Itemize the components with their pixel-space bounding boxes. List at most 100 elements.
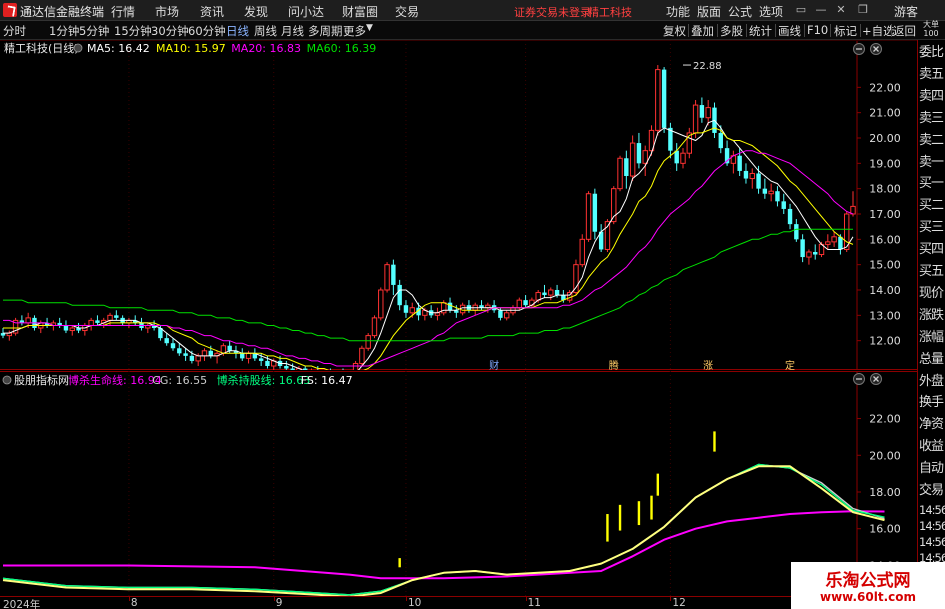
menu-discover[interactable]: 发现 xyxy=(244,3,268,20)
price-tick-label: 20.00 xyxy=(869,132,901,145)
tab-monthly[interactable]: 月线 xyxy=(281,23,304,39)
tab-intraday[interactable]: 分时 xyxy=(3,23,26,39)
tool-add-watchlist[interactable]: +自选 xyxy=(862,23,895,39)
price-axis: 12.00 13.00 14.00 15.00 16.00 17.00 18.00 19.00… xyxy=(857,81,901,348)
ma-line-ma20 xyxy=(3,150,854,367)
candle-body xyxy=(781,201,786,209)
candle-body xyxy=(692,104,699,134)
menu-layout[interactable]: 版面 xyxy=(697,3,721,20)
signal-bars xyxy=(398,431,716,568)
quote-field-label: 卖一 xyxy=(919,154,944,170)
tab-weekly[interactable]: 周线 xyxy=(254,23,277,39)
divider xyxy=(746,24,747,37)
candle-body xyxy=(523,300,528,306)
quote-field-label[interactable]: 交易 xyxy=(919,480,945,502)
user-guest[interactable]: 游客 xyxy=(894,3,918,20)
menu-ask-xiaoda[interactable]: 问小达 xyxy=(288,3,324,20)
minimize-icon[interactable]: ▭ xyxy=(795,4,807,16)
quote-side-panel: 委比 卖五 卖四 卖三 卖二 卖一 买一 买二 买三 买四 买五 现价 涨跌 涨幅 总量 外盘 换手 净资 收益 自动… xyxy=(917,40,945,609)
tool-multi-stock[interactable]: 多股 xyxy=(720,23,743,39)
chart-close-icon[interactable] xyxy=(870,43,882,55)
indicator-lines xyxy=(2,463,885,596)
tab-15min[interactable]: 15分钟 xyxy=(114,23,152,39)
tool-adjust[interactable]: 复权 xyxy=(663,23,686,39)
candle-body xyxy=(397,284,402,306)
date-tick-label: 2024年 xyxy=(3,599,41,609)
app-name: 通达信金融终端 xyxy=(20,5,105,19)
price-tick-label: 13.00 xyxy=(869,309,901,322)
candle-body xyxy=(25,317,31,324)
price-annotation: 22.88 xyxy=(693,61,722,72)
candle-body xyxy=(208,350,213,356)
tool-stats[interactable]: 统计 xyxy=(749,23,772,39)
candle-body xyxy=(170,343,176,349)
tab-5min[interactable]: 5分钟 xyxy=(79,23,109,39)
menu-trade[interactable]: 交易 xyxy=(395,3,419,20)
candle-body xyxy=(516,299,522,309)
candle-body xyxy=(303,368,308,370)
menu-market-quotes[interactable]: 行情 xyxy=(111,3,135,20)
candles xyxy=(0,65,856,370)
tab-daily[interactable]: 日线 xyxy=(226,23,249,39)
menu-formula[interactable]: 公式 xyxy=(728,3,752,20)
candle-body xyxy=(579,238,585,266)
menu-market[interactable]: 市场 xyxy=(155,3,179,20)
ma-line-ma60 xyxy=(3,228,853,342)
menu-wealth-circle[interactable]: 财富圈 xyxy=(342,3,378,20)
tick-time-label: 14:56 xyxy=(919,535,945,550)
menu-news[interactable]: 资讯 xyxy=(200,3,224,20)
candle-body xyxy=(201,350,208,357)
date-tick-label: 11 xyxy=(527,597,541,609)
price-chart[interactable]: 22.8810.37财腾涨定 12.0013.0014.0015.0016.00… xyxy=(0,40,945,370)
candle-body xyxy=(542,292,547,296)
tool-f10[interactable]: F10 xyxy=(807,23,828,37)
tool-overlay[interactable]: 叠加 xyxy=(691,23,714,39)
restore-icon[interactable]: — xyxy=(815,4,827,16)
watermark: 乐淘公式网 www.60lt.com xyxy=(791,562,945,609)
indicator-legend: 股朋指标网 博杀生命线: 16.94CG: 16.55 博杀持股线: 16.63FS… xyxy=(2,373,353,387)
candle-body xyxy=(680,152,686,164)
big-order-badge[interactable]: 大单100 xyxy=(917,20,945,38)
period-toolbar: 分时 1分钟 5分钟 15分钟 30分钟 60分钟 日线 周线 月线 多周期 更… xyxy=(0,21,945,40)
close-icon[interactable]: ✕ xyxy=(835,4,847,16)
indicator-line xyxy=(2,465,885,596)
quote-field-label[interactable]: 自动 xyxy=(919,458,945,480)
date-tick-mark xyxy=(273,597,275,601)
signal-bar xyxy=(618,504,622,531)
signal-bar xyxy=(637,501,641,526)
tab-more-chevron-icon[interactable]: ▼ xyxy=(366,23,373,33)
indicator-legend-item: 博杀持股线: 16.63 xyxy=(217,373,311,387)
candle-body xyxy=(585,193,592,240)
divider xyxy=(717,24,718,37)
window-restore-icon[interactable]: ❐ xyxy=(856,4,870,16)
menu-options[interactable]: 选项 xyxy=(759,3,783,20)
chart-zoom-out-icon[interactable] xyxy=(853,43,865,55)
candle-body xyxy=(768,190,774,195)
indicator-tick-label: 16.00 xyxy=(869,523,901,536)
login-warning[interactable]: 证券交易未登录 xyxy=(514,4,591,20)
indicator-close-icon[interactable] xyxy=(870,373,882,385)
tab-more[interactable]: 更多 xyxy=(343,23,366,39)
tab-1min[interactable]: 1分钟 xyxy=(49,23,79,39)
tool-draw[interactable]: 画线 xyxy=(778,23,801,39)
candle-body xyxy=(195,355,201,362)
menu-functions[interactable]: 功能 xyxy=(666,3,690,20)
tool-back[interactable]: 返回 xyxy=(893,23,916,39)
candle-body xyxy=(114,315,119,318)
candle-body xyxy=(498,310,503,318)
indicator-zoom-out-icon[interactable] xyxy=(853,373,865,385)
candle-body xyxy=(245,352,252,359)
indicator-legend-item: FS: 16.47 xyxy=(301,374,353,387)
indicator-axis: 14.0016.0018.0020.0022.00 xyxy=(857,413,901,572)
signal-bar xyxy=(398,558,401,568)
tool-mark[interactable]: 标记 xyxy=(834,23,857,39)
tab-30min[interactable]: 30分钟 xyxy=(151,23,189,39)
tab-60min[interactable]: 60分钟 xyxy=(188,23,226,39)
date-tick-mark xyxy=(670,597,672,601)
candle-body xyxy=(177,348,182,354)
date-tick-label: 9 xyxy=(275,597,283,609)
tab-multi-period[interactable]: 多周期 xyxy=(308,23,343,39)
chart-controls xyxy=(853,43,882,55)
candle-body xyxy=(743,170,749,179)
divider xyxy=(804,24,805,37)
